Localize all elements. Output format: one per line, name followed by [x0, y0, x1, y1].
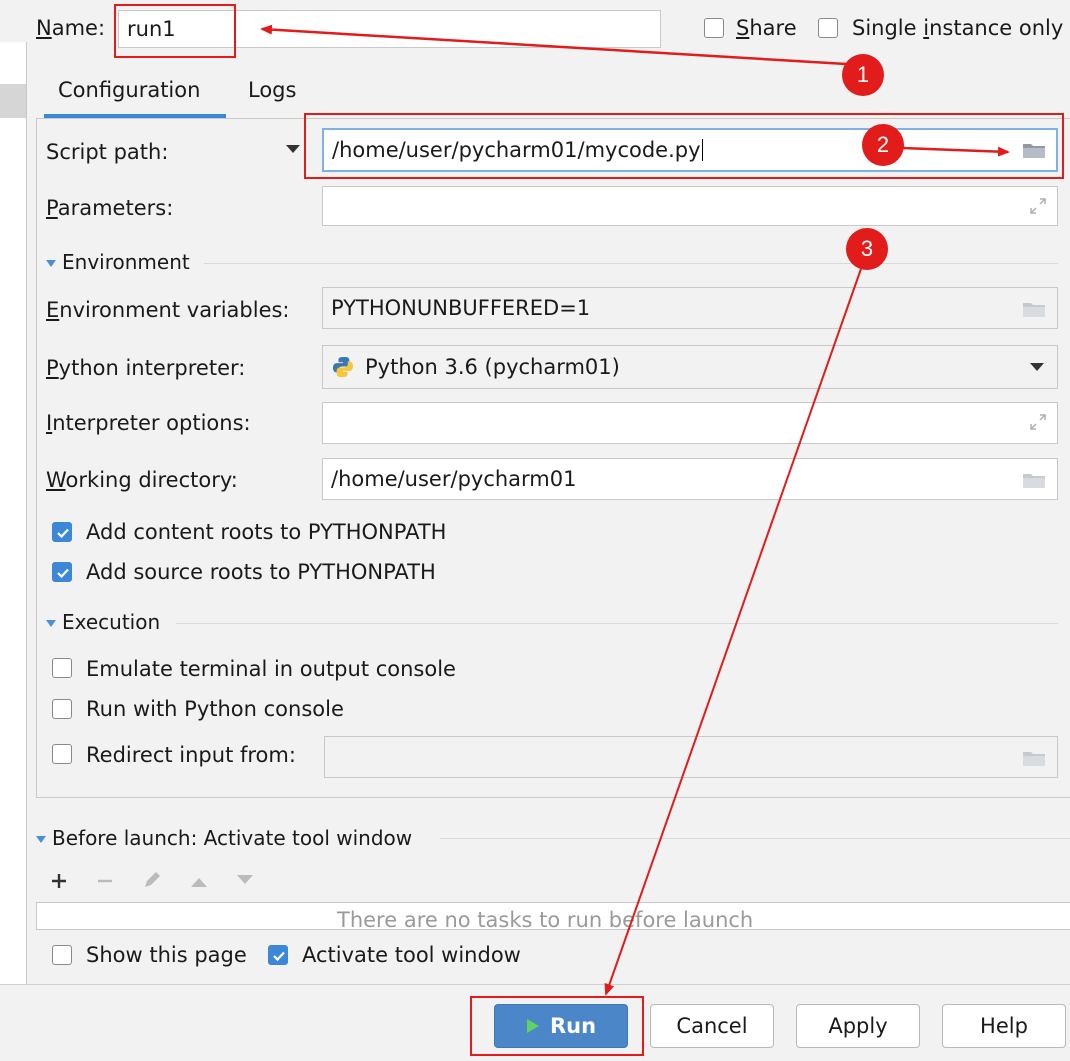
annotation-arrows — [260, 24, 1010, 996]
annotation-badge-3: 3 — [846, 228, 888, 270]
annotation-badge-1: 1 — [842, 54, 884, 96]
annotation-badge-2: 2 — [862, 124, 904, 166]
